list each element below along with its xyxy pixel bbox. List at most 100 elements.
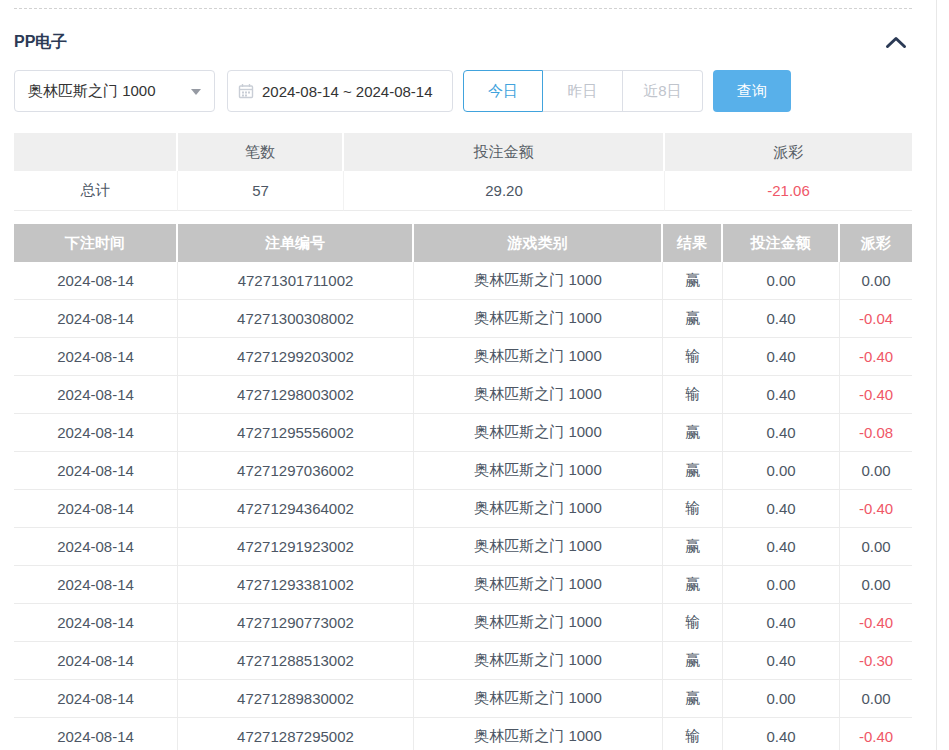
bet-amount-cell: 0.00 (723, 680, 840, 718)
game-type-cell: 奥林匹斯之门 1000 (414, 680, 663, 718)
bet-amount-cell: 0.00 (723, 452, 840, 490)
calendar-icon (238, 83, 254, 99)
bet-amount-cell: 0.40 (723, 528, 840, 566)
game-type-cell: 奥林匹斯之门 1000 (414, 414, 663, 452)
records-table: 下注时间 注单编号 游戏类别 结果 投注金额 派彩 2024-08-144727… (14, 224, 912, 750)
payout-cell: -0.04 (840, 300, 912, 338)
bet-amount-cell: 0.40 (723, 338, 840, 376)
date-range-picker[interactable]: 2024-08-14 ~ 2024-08-14 (227, 70, 453, 112)
summary-total-count: 57 (178, 171, 344, 211)
payout-cell: 0.00 (840, 528, 912, 566)
search-button[interactable]: 查询 (713, 70, 791, 112)
bet-time-cell: 2024-08-14 (14, 528, 178, 566)
record-row: 2024-08-1447271288513002奥林匹斯之门 1000赢0.40… (14, 642, 912, 680)
result-cell: 赢 (663, 452, 723, 490)
bet-amount-cell: 0.40 (723, 490, 840, 528)
order-id-cell: 47271294364002 (178, 490, 414, 528)
summary-header-row: 笔数 投注金额 派彩 (14, 133, 912, 171)
game-type-cell: 奥林匹斯之门 1000 (414, 604, 663, 642)
summary-total-row: 总计 57 29.20 -21.06 (14, 171, 912, 211)
order-id-cell: 47271297036002 (178, 452, 414, 490)
result-cell: 赢 (663, 262, 723, 300)
header-game-type: 游戏类别 (414, 224, 663, 262)
bet-time-cell: 2024-08-14 (14, 376, 178, 414)
summary-header-payout: 派彩 (665, 133, 912, 171)
game-type-cell: 奥林匹斯之门 1000 (414, 262, 663, 300)
game-select[interactable]: 奥林匹斯之门 1000 (14, 70, 215, 112)
game-select-value: 奥林匹斯之门 1000 (28, 82, 156, 101)
order-id-cell: 47271298003002 (178, 376, 414, 414)
game-type-cell: 奥林匹斯之门 1000 (414, 490, 663, 528)
game-type-cell: 奥林匹斯之门 1000 (414, 300, 663, 338)
header-bet-time: 下注时间 (14, 224, 178, 262)
summary-header-empty (14, 133, 178, 171)
yesterday-button[interactable]: 昨日 (543, 70, 623, 112)
record-row: 2024-08-1447271290773002奥林匹斯之门 1000输0.40… (14, 604, 912, 642)
quick-range-group: 今日 昨日 近8日 (463, 70, 703, 112)
summary-total-label: 总计 (14, 171, 178, 211)
payout-cell: -0.40 (840, 718, 912, 750)
payout-cell: -0.40 (840, 604, 912, 642)
payout-cell: -0.40 (840, 376, 912, 414)
summary-total-payout: -21.06 (665, 171, 912, 211)
bet-time-cell: 2024-08-14 (14, 642, 178, 680)
header-result: 结果 (663, 224, 723, 262)
game-type-cell: 奥林匹斯之门 1000 (414, 338, 663, 376)
record-row: 2024-08-1447271294364002奥林匹斯之门 1000输0.40… (14, 490, 912, 528)
record-row: 2024-08-1447271287295002奥林匹斯之门 1000输0.40… (14, 718, 912, 750)
bet-time-cell: 2024-08-14 (14, 680, 178, 718)
records-header-row: 下注时间 注单编号 游戏类别 结果 投注金额 派彩 (14, 224, 912, 262)
bet-time-cell: 2024-08-14 (14, 490, 178, 528)
section-divider (14, 8, 912, 9)
last-8-days-button[interactable]: 近8日 (623, 70, 703, 112)
order-id-cell: 47271295556002 (178, 414, 414, 452)
bet-amount-cell: 0.40 (723, 718, 840, 750)
today-button[interactable]: 今日 (463, 70, 543, 112)
bet-time-cell: 2024-08-14 (14, 300, 178, 338)
header-payout: 派彩 (840, 224, 912, 262)
panel-title: PP电子 (14, 32, 67, 53)
order-id-cell: 47271300308002 (178, 300, 414, 338)
record-row: 2024-08-1447271301711002奥林匹斯之门 1000赢 0.00… (14, 262, 912, 300)
bet-amount-cell: 0.40 (723, 642, 840, 680)
payout-cell: 0.00 (840, 452, 912, 490)
payout-cell: 0.00 (840, 262, 912, 300)
game-type-cell: 奥林匹斯之门 1000 (414, 528, 663, 566)
payout-cell: -0.08 (840, 414, 912, 452)
game-type-cell: 奥林匹斯之门 1000 (414, 642, 663, 680)
result-cell: 赢 (663, 642, 723, 680)
game-type-cell: 奥林匹斯之门 1000 (414, 376, 663, 414)
order-id-cell: 47271293381002 (178, 566, 414, 604)
result-cell: 输 (663, 338, 723, 376)
result-cell: 输 (663, 376, 723, 414)
order-id-cell: 47271299203002 (178, 338, 414, 376)
bet-time-cell: 2024-08-14 (14, 604, 178, 642)
payout-cell: -0.40 (840, 490, 912, 528)
order-id-cell: 47271291923002 (178, 528, 414, 566)
summary-total-bet-amount: 29.20 (344, 171, 665, 211)
summary-header-bet-amount: 投注金额 (344, 133, 665, 171)
order-id-cell: 47271301711002 (178, 262, 414, 300)
record-row: 2024-08-1447271291923002奥林匹斯之门 1000赢0.40… (14, 528, 912, 566)
game-type-cell: 奥林匹斯之门 1000 (414, 718, 663, 750)
result-cell: 赢 (663, 680, 723, 718)
betting-records-page: PP电子 奥林匹斯之门 1000 2024-08-14 ~ 2024-08-14… (0, 0, 949, 750)
container-right-border (936, 0, 937, 750)
header-order-id: 注单编号 (178, 224, 414, 262)
bet-amount-cell: 0.00 (723, 566, 840, 604)
bet-amount-cell: 0.40 (723, 604, 840, 642)
bet-time-cell: 2024-08-14 (14, 566, 178, 604)
bet-amount-cell: 0.40 (723, 376, 840, 414)
summary-header-count: 笔数 (178, 133, 344, 171)
chevron-up-icon (885, 36, 907, 49)
game-type-cell: 奥林匹斯之门 1000 (414, 452, 663, 490)
bet-time-cell: 2024-08-14 (14, 262, 178, 300)
order-id-cell: 47271290773002 (178, 604, 414, 642)
order-id-cell: 47271289830002 (178, 680, 414, 718)
record-row: 2024-08-1447271289830002奥林匹斯之门 1000赢0.00… (14, 680, 912, 718)
game-type-cell: 奥林匹斯之门 1000 (414, 566, 663, 604)
bet-time-cell: 2024-08-14 (14, 718, 178, 750)
collapse-button[interactable] (884, 35, 908, 51)
result-cell: 赢 (663, 528, 723, 566)
result-cell: 赢 (663, 300, 723, 338)
